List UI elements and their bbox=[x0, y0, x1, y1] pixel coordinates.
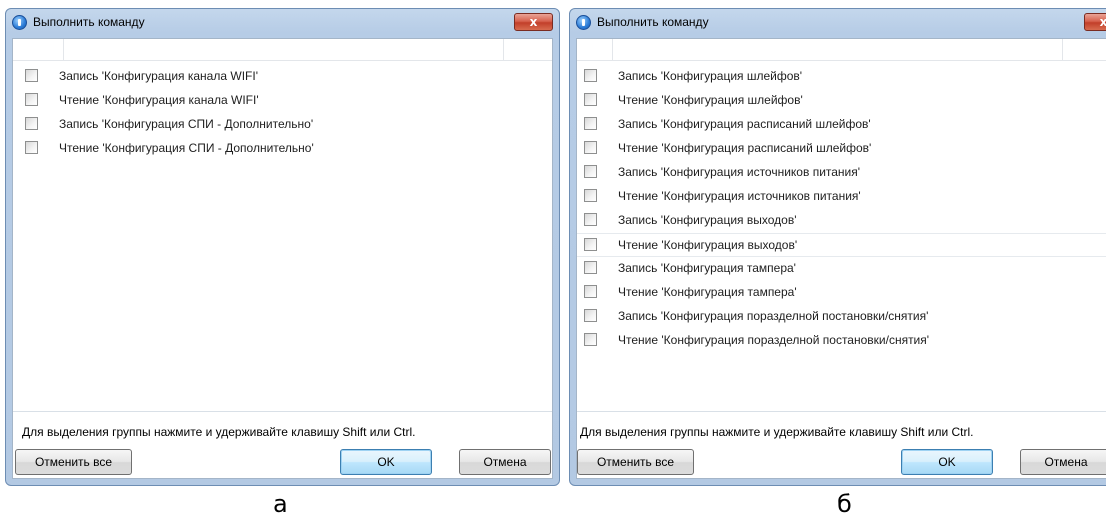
list-item[interactable]: Чтение 'Конфигурация выходов' bbox=[577, 233, 1106, 257]
list-item[interactable]: Чтение 'Конфигурация тампера' bbox=[577, 281, 1106, 305]
list-item[interactable]: Запись 'Конфигурация СПИ - Дополнительно… bbox=[13, 113, 552, 137]
item-label: Чтение 'Конфигурация канала WIFI' bbox=[59, 93, 259, 107]
item-checkbox[interactable] bbox=[25, 141, 38, 154]
item-label: Чтение 'Конфигурация тампера' bbox=[618, 285, 797, 299]
command-list[interactable]: Запись 'Конфигурация шлейфов' Чтение 'Ко… bbox=[577, 39, 1106, 411]
item-label: Запись 'Конфигурация расписаний шлейфов' bbox=[618, 117, 871, 131]
list-header bbox=[577, 39, 1106, 61]
item-label: Чтение 'Конфигурация выходов' bbox=[618, 238, 798, 252]
item-label: Запись 'Конфигурация источников питания' bbox=[618, 165, 861, 179]
item-label: Чтение 'Конфигурация шлейфов' bbox=[618, 93, 803, 107]
clear-all-button[interactable]: Отменить все bbox=[15, 449, 132, 475]
column-divider[interactable] bbox=[503, 39, 504, 61]
item-checkbox[interactable] bbox=[584, 165, 597, 178]
command-rows: Запись 'Конфигурация канала WIFI' Чтение… bbox=[13, 65, 552, 161]
execute-command-dialog-a: Выполнить команду x Запись 'Конфигурация… bbox=[5, 8, 560, 486]
item-checkbox[interactable] bbox=[25, 117, 38, 130]
selection-hint: Для выделения группы нажмите и удерживай… bbox=[580, 425, 974, 439]
close-button[interactable]: x bbox=[514, 13, 553, 31]
item-label: Запись 'Конфигурация СПИ - Дополнительно… bbox=[59, 117, 314, 131]
item-checkbox[interactable] bbox=[584, 238, 597, 251]
list-item[interactable]: Запись 'Конфигурация источников питания' bbox=[577, 161, 1106, 185]
list-header bbox=[13, 39, 552, 61]
item-checkbox[interactable] bbox=[25, 69, 38, 82]
list-item[interactable]: Запись 'Конфигурация шлейфов' bbox=[577, 65, 1106, 89]
dialog-title: Выполнить команду bbox=[33, 15, 145, 29]
figure-caption-b: б bbox=[837, 490, 852, 518]
item-label: Запись 'Конфигурация поразделной постано… bbox=[618, 309, 929, 323]
ok-button[interactable]: OK bbox=[340, 449, 432, 475]
column-divider[interactable] bbox=[612, 39, 613, 61]
selection-hint: Для выделения группы нажмите и удерживай… bbox=[22, 425, 416, 439]
column-divider[interactable] bbox=[63, 39, 64, 61]
list-item[interactable]: Чтение 'Конфигурация шлейфов' bbox=[577, 89, 1106, 113]
item-label: Запись 'Конфигурация выходов' bbox=[618, 213, 797, 227]
list-item[interactable]: Чтение 'Конфигурация источников питания' bbox=[577, 185, 1106, 209]
item-checkbox[interactable] bbox=[584, 117, 597, 130]
list-item[interactable]: Запись 'Конфигурация канала WIFI' bbox=[13, 65, 552, 89]
list-item[interactable]: Чтение 'Конфигурация расписаний шлейфов' bbox=[577, 137, 1106, 161]
title-bar[interactable]: Выполнить команду x bbox=[570, 9, 1106, 37]
item-checkbox[interactable] bbox=[584, 141, 597, 154]
dialog-content: Запись 'Конфигурация шлейфов' Чтение 'Ко… bbox=[576, 38, 1106, 479]
app-info-icon bbox=[12, 15, 27, 30]
title-bar[interactable]: Выполнить команду x bbox=[6, 9, 559, 37]
list-item[interactable]: Запись 'Конфигурация расписаний шлейфов' bbox=[577, 113, 1106, 137]
cancel-button[interactable]: Отмена bbox=[459, 449, 551, 475]
item-label: Чтение 'Конфигурация расписаний шлейфов' bbox=[618, 141, 872, 155]
close-button[interactable]: x bbox=[1084, 13, 1106, 31]
item-label: Чтение 'Конфигурация источников питания' bbox=[618, 189, 861, 203]
dialog-content: Запись 'Конфигурация канала WIFI' Чтение… bbox=[12, 38, 553, 479]
item-checkbox[interactable] bbox=[584, 189, 597, 202]
item-checkbox[interactable] bbox=[584, 309, 597, 322]
cancel-button[interactable]: Отмена bbox=[1020, 449, 1106, 475]
item-checkbox[interactable] bbox=[25, 93, 38, 106]
command-list[interactable]: Запись 'Конфигурация канала WIFI' Чтение… bbox=[13, 39, 552, 411]
list-item[interactable]: Чтение 'Конфигурация поразделной постано… bbox=[577, 329, 1106, 353]
list-item[interactable]: Запись 'Конфигурация выходов' bbox=[577, 209, 1106, 233]
app-info-icon bbox=[576, 15, 591, 30]
item-checkbox[interactable] bbox=[584, 333, 597, 346]
item-label: Чтение 'Конфигурация СПИ - Дополнительно… bbox=[59, 141, 314, 155]
clear-all-button[interactable]: Отменить все bbox=[577, 449, 694, 475]
column-divider[interactable] bbox=[1062, 39, 1063, 61]
item-checkbox[interactable] bbox=[584, 93, 597, 106]
divider bbox=[577, 411, 1106, 412]
list-item[interactable]: Чтение 'Конфигурация канала WIFI' bbox=[13, 89, 552, 113]
divider bbox=[13, 411, 552, 412]
item-label: Чтение 'Конфигурация поразделной постано… bbox=[618, 333, 930, 347]
item-checkbox[interactable] bbox=[584, 69, 597, 82]
figure-caption-a: а bbox=[273, 490, 288, 518]
list-item[interactable]: Запись 'Конфигурация тампера' bbox=[577, 257, 1106, 281]
item-checkbox[interactable] bbox=[584, 285, 597, 298]
list-item[interactable]: Чтение 'Конфигурация СПИ - Дополнительно… bbox=[13, 137, 552, 161]
list-item[interactable]: Запись 'Конфигурация поразделной постано… bbox=[577, 305, 1106, 329]
dialog-title: Выполнить команду bbox=[597, 15, 709, 29]
item-checkbox[interactable] bbox=[584, 261, 597, 274]
execute-command-dialog-b: Выполнить команду x Запись 'Конфигурация… bbox=[569, 8, 1106, 486]
ok-button[interactable]: OK bbox=[901, 449, 993, 475]
item-label: Запись 'Конфигурация канала WIFI' bbox=[59, 69, 258, 83]
item-label: Запись 'Конфигурация шлейфов' bbox=[618, 69, 803, 83]
item-checkbox[interactable] bbox=[584, 213, 597, 226]
command-rows: Запись 'Конфигурация шлейфов' Чтение 'Ко… bbox=[577, 65, 1106, 353]
item-label: Запись 'Конфигурация тампера' bbox=[618, 261, 796, 275]
